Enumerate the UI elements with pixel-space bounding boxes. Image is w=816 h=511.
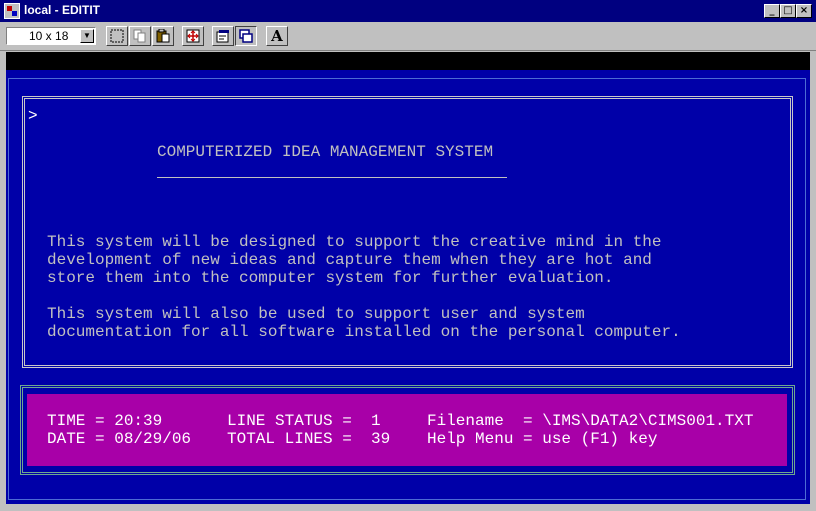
chevron-down-icon[interactable]: ▼ bbox=[80, 29, 94, 43]
paste-icon bbox=[156, 29, 170, 43]
status-date: DATE = 08/29/06 bbox=[47, 430, 192, 448]
terminal-header-bar bbox=[6, 52, 810, 70]
properties-button[interactable] bbox=[212, 26, 234, 46]
font-size-value: 10 x 18 bbox=[29, 29, 69, 43]
font-icon: A bbox=[271, 27, 283, 45]
maximize-button[interactable]: □ bbox=[780, 4, 796, 18]
properties-icon bbox=[216, 30, 229, 43]
font-button[interactable]: A bbox=[266, 26, 288, 46]
fullscreen-button[interactable] bbox=[182, 26, 204, 46]
paragraph-2-line-2: documentation for all software installed… bbox=[47, 323, 681, 341]
heading-underline bbox=[157, 177, 507, 178]
paragraph-2-line-1: This system will also be used to support… bbox=[47, 305, 585, 323]
title-bar: local - EDITIT _ □ × bbox=[0, 0, 816, 22]
status-help: Help Menu = use (F1) key bbox=[427, 430, 658, 448]
status-filename: Filename = \IMS\DATA2\CIMS001.TXT bbox=[427, 412, 754, 430]
mark-icon bbox=[110, 29, 124, 43]
font-size-select[interactable]: 10 x 18 ▼ bbox=[6, 27, 96, 45]
mark-button[interactable] bbox=[106, 26, 128, 46]
paragraph-1-line-3: store them into the computer system for … bbox=[47, 269, 614, 287]
paragraph-1-line-2: development of new ideas and capture the… bbox=[47, 251, 652, 269]
close-button[interactable]: × bbox=[796, 4, 812, 18]
terminal-screen[interactable]: > COMPUTERIZED IDEA MANAGEMENT SYSTEM Th… bbox=[6, 52, 810, 504]
window-title: local - EDITIT bbox=[24, 3, 101, 17]
app-icon[interactable] bbox=[4, 3, 20, 19]
status-time: TIME = 20:39 bbox=[47, 412, 163, 430]
command-prompt[interactable]: > bbox=[28, 107, 38, 125]
fullscreen-icon bbox=[186, 29, 200, 43]
status-total-lines: TOTAL LINES = 39 bbox=[227, 430, 391, 448]
copy-icon bbox=[133, 29, 146, 43]
paste-button[interactable] bbox=[152, 26, 174, 46]
copy-button[interactable] bbox=[129, 26, 151, 46]
background-icon bbox=[239, 29, 253, 43]
minimize-button[interactable]: _ bbox=[764, 4, 780, 18]
status-line-status: LINE STATUS = 1 bbox=[227, 412, 381, 430]
paragraph-1-line-1: This system will be designed to support … bbox=[47, 233, 662, 251]
background-button[interactable] bbox=[235, 26, 257, 46]
toolbar: 10 x 18 ▼ A bbox=[0, 22, 816, 51]
page-title: COMPUTERIZED IDEA MANAGEMENT SYSTEM bbox=[157, 143, 494, 161]
